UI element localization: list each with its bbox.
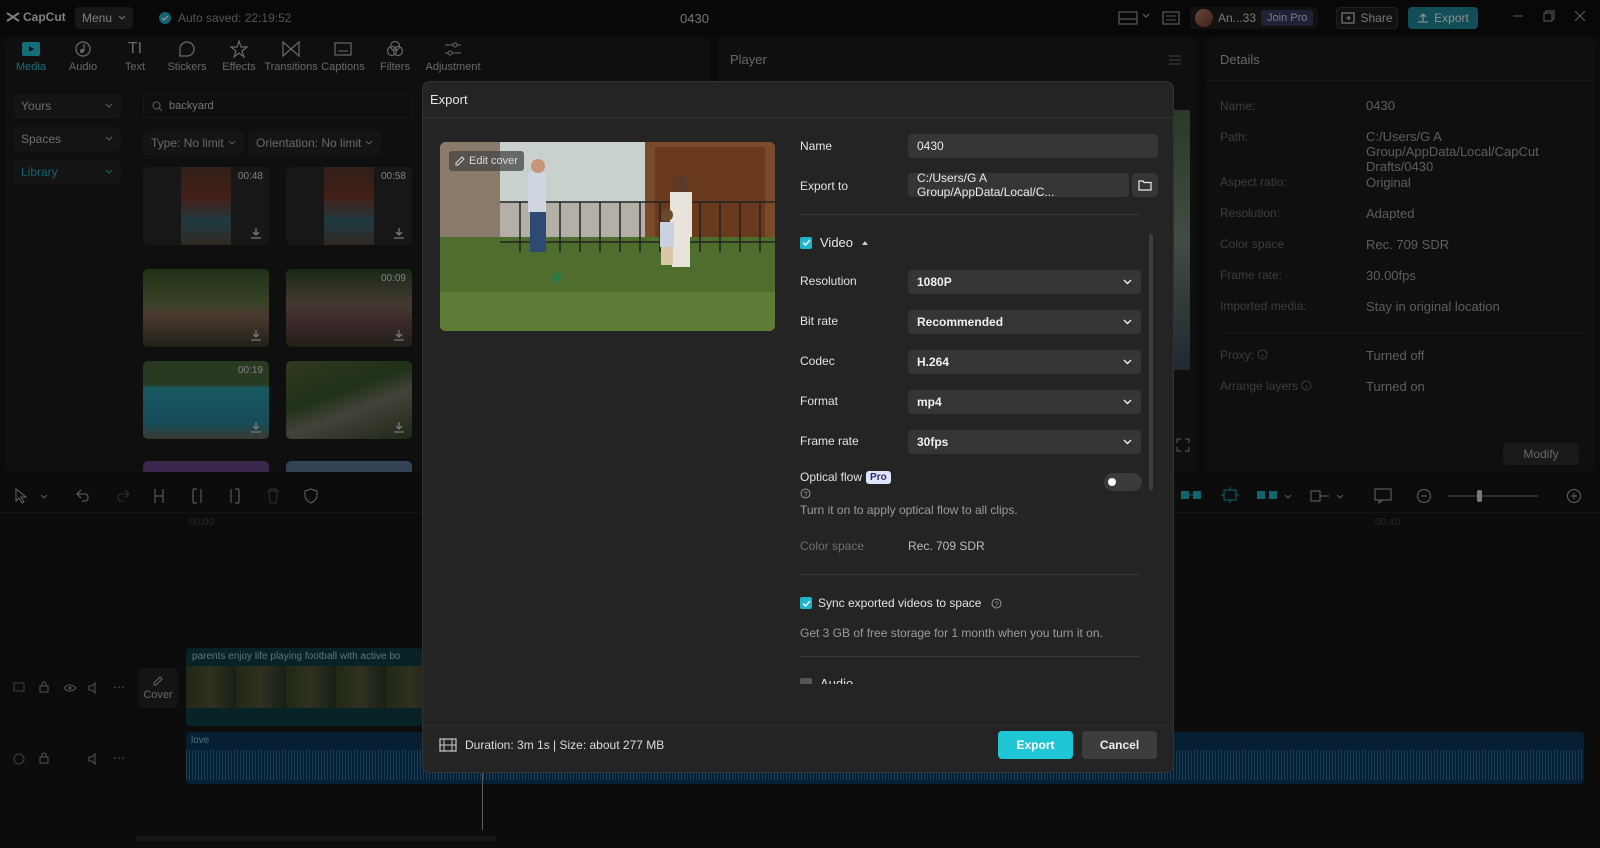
sync-hint: Get 3 GB of free storage for 1 month whe… — [800, 626, 1103, 640]
codec-value: H.264 — [917, 355, 950, 369]
framerate-value: 30fps — [917, 435, 949, 449]
codec-label: Codec — [800, 354, 835, 368]
film-icon — [439, 738, 457, 752]
video-section-label: Video — [820, 235, 854, 250]
sync-checkbox[interactable] — [800, 597, 812, 609]
optical-flow-row: Optical flow Pro — [800, 470, 891, 484]
dialog-scrollbar[interactable] — [1149, 234, 1153, 490]
video-checkbox[interactable] — [800, 236, 812, 249]
edit-cover-button[interactable]: Edit cover — [449, 151, 524, 171]
format-select[interactable]: mp4 — [908, 390, 1141, 414]
divider — [800, 656, 1140, 657]
colorspace-label: Color space — [800, 539, 865, 553]
export-to-label: Export to — [800, 179, 849, 193]
export-summary-text: Duration: 3m 1s | Size: about 277 MB — [465, 738, 665, 752]
format-value: mp4 — [917, 395, 942, 409]
chevron-up-icon — [862, 240, 869, 245]
resolution-value: 1080P — [917, 275, 952, 289]
video-section-header[interactable]: Video — [800, 235, 869, 250]
name-input[interactable]: 0430 — [908, 134, 1158, 158]
export-dialog-title: Export — [430, 92, 468, 107]
divider — [800, 574, 1140, 575]
chevron-down-icon — [1123, 399, 1132, 405]
browse-folder-button[interactable] — [1132, 173, 1158, 197]
audio-section-label: Audio — [820, 676, 854, 684]
codec-select[interactable]: H.264 — [908, 350, 1141, 374]
cancel-button[interactable]: Cancel — [1082, 731, 1157, 759]
name-label: Name — [800, 139, 833, 153]
svg-text:?: ? — [804, 491, 808, 498]
sync-label: Sync exported videos to space — [818, 596, 982, 610]
export-button[interactable]: Export — [998, 731, 1073, 759]
sync-row: Sync exported videos to space ? — [800, 596, 1002, 610]
divider — [423, 725, 1173, 726]
colorspace-value: Rec. 709 SDR — [908, 539, 985, 553]
bitrate-select[interactable]: Recommended — [908, 310, 1141, 334]
svg-text:?: ? — [995, 601, 999, 608]
folder-icon — [1138, 180, 1152, 191]
framerate-select[interactable]: 30fps — [908, 430, 1141, 454]
divider — [423, 117, 1173, 118]
audio-section-header[interactable]: Audio — [800, 676, 920, 684]
optical-flow-label: Optical flow — [800, 470, 863, 484]
optical-flow-hint: Turn it on to apply optical flow to all … — [800, 503, 1018, 517]
export-summary: Duration: 3m 1s | Size: about 277 MB — [439, 738, 664, 752]
divider — [800, 214, 1140, 215]
optical-flow-toggle[interactable] — [1104, 473, 1142, 491]
format-label: Format — [800, 394, 839, 408]
chevron-down-icon — [1123, 359, 1132, 365]
framerate-label: Frame rate — [800, 434, 859, 448]
edit-icon — [455, 156, 465, 166]
bitrate-label: Bit rate — [800, 314, 839, 328]
export-path-input[interactable]: C:/Users/G A Group/AppData/Local/C... — [908, 171, 1129, 199]
bitrate-value: Recommended — [917, 315, 1004, 329]
chevron-down-icon — [1123, 439, 1132, 445]
audio-checkbox[interactable] — [800, 678, 812, 684]
help-icon[interactable]: ? — [800, 488, 811, 499]
resolution-select[interactable]: 1080P — [908, 270, 1141, 294]
chevron-down-icon — [1123, 319, 1132, 325]
pro-badge: Pro — [866, 470, 891, 484]
edit-cover-label: Edit cover — [469, 155, 518, 167]
help-icon[interactable]: ? — [991, 598, 1002, 609]
chevron-down-icon — [1123, 279, 1132, 285]
toggle-knob — [1108, 478, 1116, 486]
resolution-label: Resolution — [800, 274, 857, 288]
